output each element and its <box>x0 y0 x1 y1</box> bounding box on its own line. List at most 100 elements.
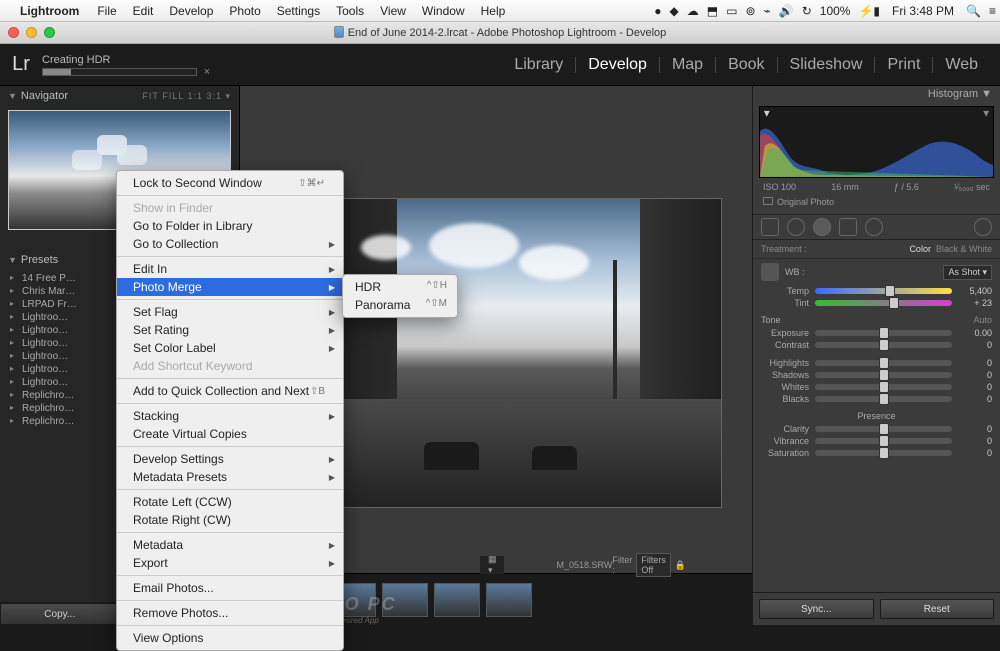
menu-item[interactable]: Lock to Second Window⇧⌘↵ <box>117 174 343 192</box>
menu-item[interactable]: Go to Collection <box>117 235 343 253</box>
module-web[interactable]: Web <box>933 57 990 73</box>
menu-item[interactable]: Email Photos... <box>117 579 343 597</box>
menu-item[interactable]: Remove Photos... <box>117 604 343 622</box>
menu-item[interactable]: Go to Folder in Library <box>117 217 343 235</box>
menu-item[interactable]: Edit In <box>117 260 343 278</box>
notification-center-icon[interactable]: ≡ <box>985 4 1000 18</box>
status-wifi-icon[interactable]: ⊚ <box>741 4 759 18</box>
histogram-header[interactable]: Histogram ▼ <box>753 86 1000 104</box>
submenu-item[interactable]: HDR^⇧H <box>343 278 457 296</box>
menu-develop[interactable]: Develop <box>161 4 221 18</box>
wb-dropper-icon[interactable] <box>761 263 779 281</box>
reset-button[interactable]: Reset <box>880 599 995 619</box>
aperture-label: ƒ / 5.6 <box>894 182 919 192</box>
whites-slider[interactable] <box>815 384 952 390</box>
status-volume-icon[interactable]: 🔊 <box>775 4 798 18</box>
right-panel: Histogram ▼ ISO 100 16 mm ƒ / 5.6 ¹⁄₅₀₀₀… <box>752 86 1000 625</box>
wb-select[interactable]: As Shot ▾ <box>943 265 992 280</box>
treatment-color[interactable]: Color <box>909 244 931 254</box>
disclosure-triangle-icon[interactable]: ▼ <box>8 255 17 265</box>
spotlight-icon[interactable]: 🔍 <box>962 4 985 18</box>
task-label: Creating HDR <box>42 54 197 66</box>
gradient-tool-icon[interactable] <box>839 218 857 236</box>
menu-edit[interactable]: Edit <box>125 4 162 18</box>
vibrance-slider[interactable] <box>815 438 952 444</box>
treatment-bw[interactable]: Black & White <box>936 244 992 254</box>
histogram-info: ISO 100 16 mm ƒ / 5.6 ¹⁄₅₀₀₀ sec <box>753 180 1000 194</box>
histogram[interactable] <box>759 106 994 178</box>
radial-tool-icon[interactable] <box>865 218 883 236</box>
status-cloud-icon[interactable]: ☁ <box>683 4 703 18</box>
saturation-slider[interactable] <box>815 450 952 456</box>
module-print[interactable]: Print <box>875 57 933 73</box>
status-dropbox-icon[interactable]: ⬒ <box>703 4 722 18</box>
menu-help[interactable]: Help <box>473 4 514 18</box>
minimize-window-button[interactable] <box>26 27 37 38</box>
iso-label: ISO 100 <box>763 182 796 192</box>
menu-settings[interactable]: Settings <box>269 4 328 18</box>
menu-item[interactable]: Export <box>117 554 343 572</box>
module-book[interactable]: Book <box>716 57 777 73</box>
menu-view[interactable]: View <box>372 4 414 18</box>
app-name[interactable]: Lightroom <box>20 4 89 18</box>
module-develop[interactable]: Develop <box>576 57 660 73</box>
menu-window[interactable]: Window <box>414 4 473 18</box>
menu-item[interactable]: Rotate Right (CW) <box>117 511 343 529</box>
status-bluetooth-icon[interactable]: ⌁ <box>760 4 775 18</box>
menu-item[interactable]: Metadata Presets <box>117 468 343 486</box>
redeye-tool-icon[interactable] <box>813 218 831 236</box>
tint-slider[interactable] <box>815 300 952 306</box>
menu-item: Add Shortcut Keyword <box>117 357 343 375</box>
close-window-button[interactable] <box>8 27 19 38</box>
auto-tone-button[interactable]: Auto <box>973 315 992 325</box>
status-sync-icon[interactable]: ↻ <box>798 4 816 18</box>
highlights-slider[interactable] <box>815 360 952 366</box>
menu-item[interactable]: View Options <box>117 629 343 647</box>
filter-lock-icon[interactable]: 🔒 <box>675 560 686 571</box>
contrast-slider[interactable] <box>815 342 952 348</box>
copy-button[interactable]: Copy... <box>0 603 120 625</box>
menu-photo[interactable]: Photo <box>221 4 268 18</box>
menu-item[interactable]: Set Rating <box>117 321 343 339</box>
filmstrip-thumb[interactable] <box>486 583 532 617</box>
crop-tool-icon[interactable] <box>761 218 779 236</box>
grid-icon[interactable]: ▦ ▾ <box>488 554 497 576</box>
sync-button[interactable]: Sync... <box>759 599 874 619</box>
battery-text[interactable]: 100% <box>816 4 855 18</box>
shadows-slider[interactable] <box>815 372 952 378</box>
module-map[interactable]: Map <box>660 57 716 73</box>
disclosure-triangle-icon[interactable]: ▼ <box>8 91 17 101</box>
menu-item[interactable]: Photo Merge <box>117 278 343 296</box>
spot-tool-icon[interactable] <box>787 218 805 236</box>
module-library[interactable]: Library <box>502 57 576 73</box>
menu-file[interactable]: File <box>89 4 124 18</box>
clock[interactable]: Fri 3:48 PM <box>884 4 962 18</box>
original-photo-row[interactable]: Original Photo <box>753 194 1000 210</box>
status-display-icon[interactable]: ▭ <box>722 4 741 18</box>
navigator-header[interactable]: ▼ Navigator FIT FILL 1:1 3:1 ▾ <box>0 86 239 106</box>
menu-item[interactable]: Rotate Left (CCW) <box>117 493 343 511</box>
navigator-zoom-options[interactable]: FIT FILL 1:1 3:1 ▾ <box>142 91 231 102</box>
submenu-item[interactable]: Panorama^⇧M <box>343 296 457 314</box>
status-adobe-icon[interactable]: ◆ <box>666 4 683 18</box>
battery-icon[interactable]: ⚡▮ <box>854 4 884 18</box>
exposure-slider[interactable] <box>815 330 952 336</box>
cancel-task-button[interactable]: × <box>204 66 210 78</box>
menu-item[interactable]: Develop Settings <box>117 450 343 468</box>
menu-item[interactable]: Metadata <box>117 536 343 554</box>
status-dot-icon[interactable]: ● <box>650 4 665 18</box>
menu-tools[interactable]: Tools <box>328 4 372 18</box>
filmstrip-thumb[interactable] <box>434 583 480 617</box>
module-slideshow[interactable]: Slideshow <box>778 57 876 73</box>
zoom-window-button[interactable] <box>44 27 55 38</box>
clarity-slider[interactable] <box>815 426 952 432</box>
temp-slider[interactable] <box>815 288 952 294</box>
menu-item[interactable]: Set Flag <box>117 303 343 321</box>
menu-item[interactable]: Create Virtual Copies <box>117 425 343 443</box>
filter-select[interactable]: Filters Off <box>636 553 671 577</box>
menu-item[interactable]: Add to Quick Collection and Next⇧B <box>117 382 343 400</box>
blacks-slider[interactable] <box>815 396 952 402</box>
brush-tool-icon[interactable] <box>974 218 992 236</box>
menu-item[interactable]: Stacking <box>117 407 343 425</box>
menu-item[interactable]: Set Color Label <box>117 339 343 357</box>
